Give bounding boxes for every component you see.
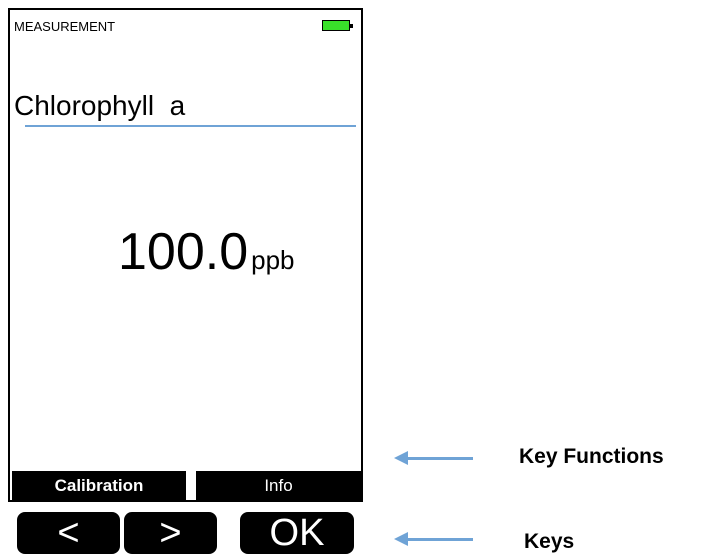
key-functions-annotation: Key Functions (519, 445, 664, 468)
reading-unit: ppb (251, 245, 295, 275)
measurement-reading: 100.0 ppb (118, 222, 295, 282)
battery-icon (322, 20, 353, 31)
info-softkey[interactable]: Info (196, 471, 361, 500)
mode-label: MEASUREMENT (14, 19, 116, 34)
arrow-left-icon (394, 451, 473, 465)
calibration-softkey[interactable]: Calibration (12, 471, 186, 500)
reading-value: 100.0 (118, 223, 249, 281)
device-display: MEASUREMENT Chlorophyll a 100.0 ppb Calib… (8, 8, 363, 502)
ok-key[interactable]: OK (240, 512, 354, 554)
parameter-underline (25, 125, 356, 127)
arrow-left-icon (394, 532, 473, 546)
battery-tip (350, 24, 353, 28)
keys-annotation: Keys (524, 530, 575, 553)
left-key[interactable]: < (17, 512, 120, 554)
parameter-name: Chlorophyll a (14, 90, 186, 121)
right-key[interactable]: > (124, 512, 217, 554)
